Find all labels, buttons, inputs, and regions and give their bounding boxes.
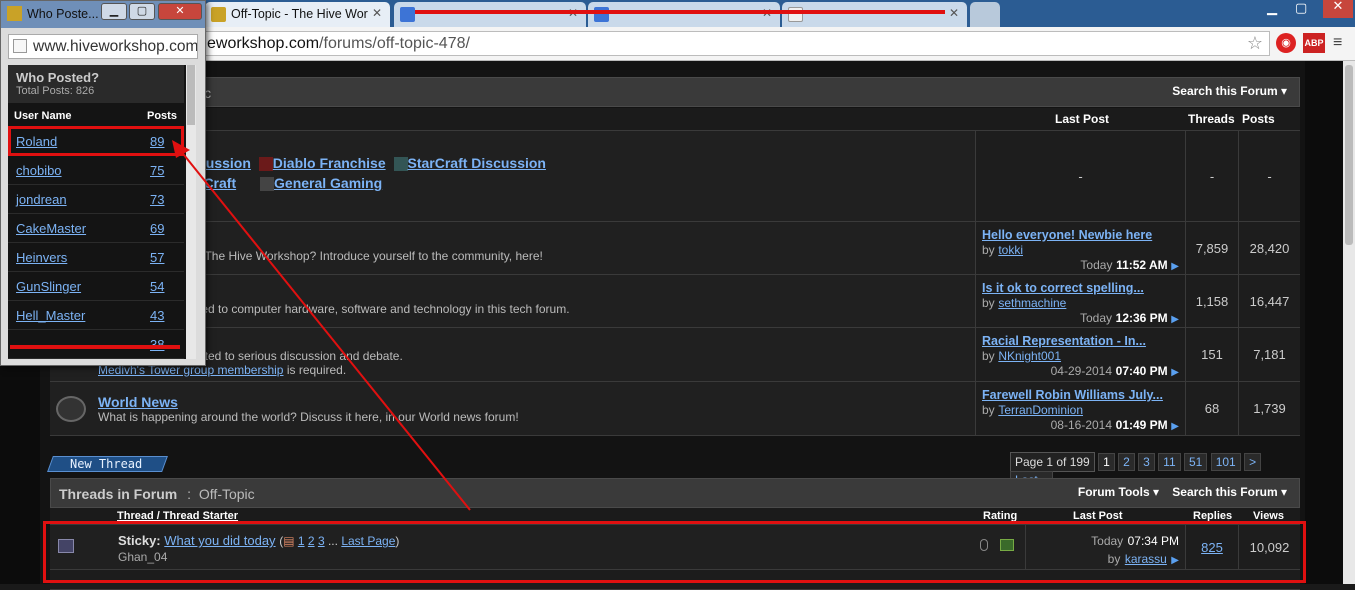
annotation-arrow <box>172 140 471 511</box>
